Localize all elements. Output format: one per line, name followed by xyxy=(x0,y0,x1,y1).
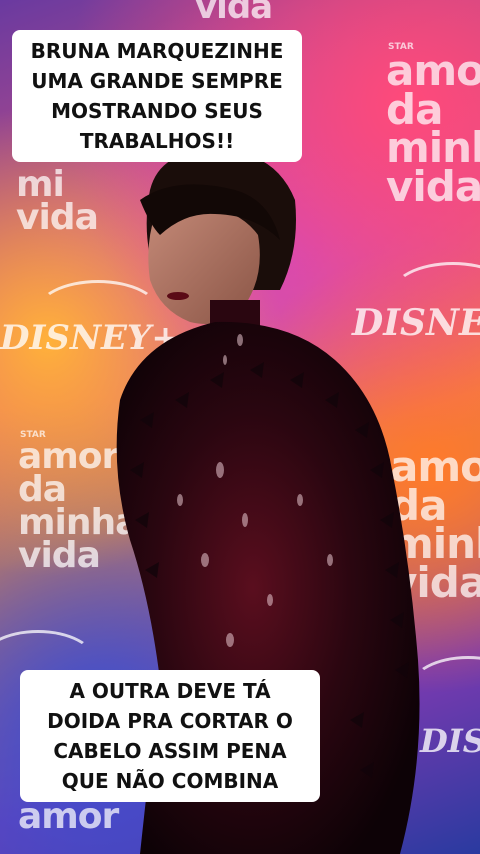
caption-top: BRUNA MARQUEZINHE UMA GRANDE SEMPRE MOST… xyxy=(12,30,302,162)
caption-bottom: A OUTRA DEVE TÁ DOIDA PRA CORTAR O CABEL… xyxy=(20,670,320,802)
video-frame: vida STAR amor da minha vida mi vida DIS… xyxy=(0,0,480,854)
